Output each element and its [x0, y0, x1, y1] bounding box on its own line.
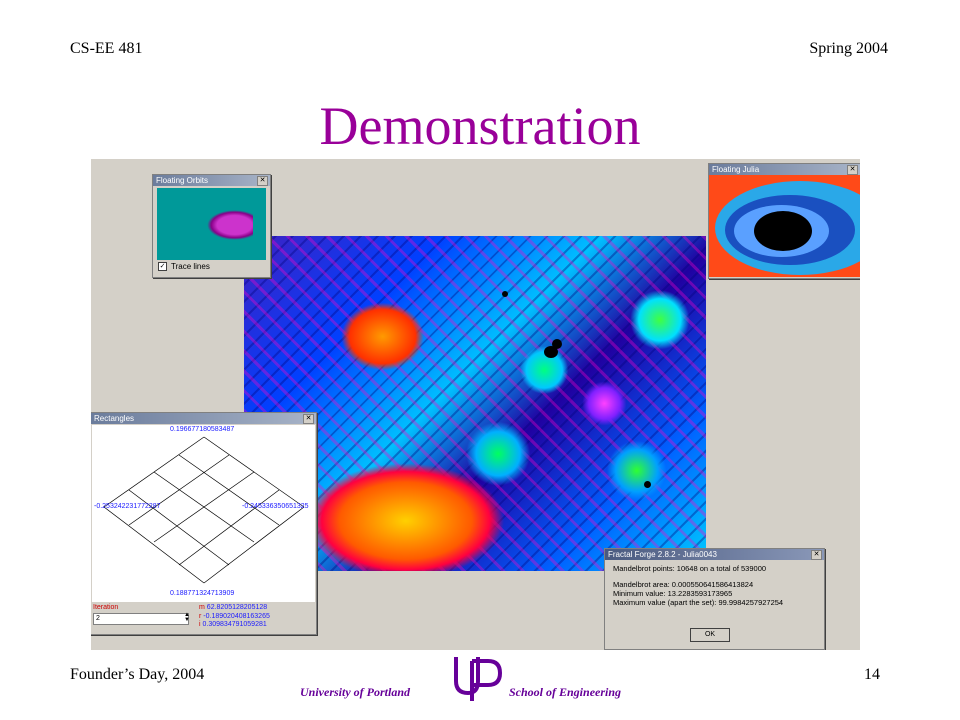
floating-julia-window[interactable]: Floating Julia ✕: [708, 163, 860, 279]
university-logo: University of Portland School of Enginee…: [300, 655, 660, 705]
rectangles-canvas[interactable]: 0.196677180583487 -0.253242231772287 -0.…: [92, 425, 315, 602]
grid-diagram: [103, 436, 305, 584]
term-label: Spring 2004: [809, 40, 888, 57]
footer-date: Founder’s Day, 2004: [70, 666, 205, 683]
university-name: University of Portland: [300, 685, 410, 699]
minimum-value: Minimum value: 13.2283593173965: [613, 589, 733, 598]
rectangles-title: Rectangles: [94, 414, 135, 423]
fractal-forge-title: Fractal Forge 2.8.2 - Julia0043: [608, 550, 717, 559]
course-code: CS-EE 481: [70, 40, 143, 57]
coord-top: 0.196677180583487: [170, 426, 235, 433]
close-icon[interactable]: ✕: [257, 176, 268, 186]
mandelbrot-area: Mandelbrot area: 0.000550641586413824: [613, 580, 754, 589]
i-label: i: [199, 621, 201, 628]
m-value: 62.8205128205128: [206, 604, 268, 611]
close-icon[interactable]: ✕: [811, 550, 822, 560]
r-value: -0.189020408163265: [203, 612, 270, 620]
school-name: School of Engineering: [509, 685, 622, 699]
coord-right: -0.245336350651325: [242, 503, 309, 510]
iteration-label: Iteration: [93, 604, 119, 611]
floating-orbits-window[interactable]: Floating Orbits ✕ ✓ Trace lines: [152, 174, 271, 278]
up-monogram-icon: [454, 657, 503, 701]
page-number: 14: [864, 666, 880, 683]
iteration-stepper[interactable]: ▲ ▼: [183, 612, 191, 624]
fractal-forge-dialog[interactable]: Fractal Forge 2.8.2 - Julia0043 ✕ Mandelb…: [604, 548, 825, 650]
close-icon[interactable]: ✕: [303, 414, 314, 424]
julia-canvas[interactable]: [709, 175, 860, 277]
mandelbrot-points: Mandelbrot points: 10648 on a total of 5…: [613, 564, 767, 573]
rectangles-window[interactable]: Rectangles ✕ 0.196677180583487 -0.2532422…: [91, 412, 317, 635]
floating-julia-title: Floating Julia: [712, 165, 760, 174]
i-value: 0.309834791059281: [202, 621, 267, 628]
trace-lines-label: Trace lines: [171, 262, 210, 271]
r-label: r: [199, 612, 202, 620]
coord-bottom: 0.188771324713909: [170, 590, 235, 597]
iteration-input[interactable]: 2: [93, 613, 189, 625]
close-icon[interactable]: ✕: [847, 165, 858, 175]
orbits-canvas[interactable]: [157, 188, 266, 260]
m-label: m: [199, 604, 205, 611]
ok-button[interactable]: OK: [690, 628, 730, 642]
floating-orbits-title: Floating Orbits: [156, 176, 209, 185]
slide-title: Demonstration: [319, 96, 641, 156]
trace-lines-checkbox[interactable]: ✓: [158, 262, 167, 271]
screenshot-area: Floating Orbits ✕ ✓ Trace lines Floating …: [91, 159, 860, 650]
maximum-value: Maximum value (apart the set): 99.998425…: [613, 598, 784, 607]
coord-left: -0.253242231772287: [94, 503, 161, 510]
